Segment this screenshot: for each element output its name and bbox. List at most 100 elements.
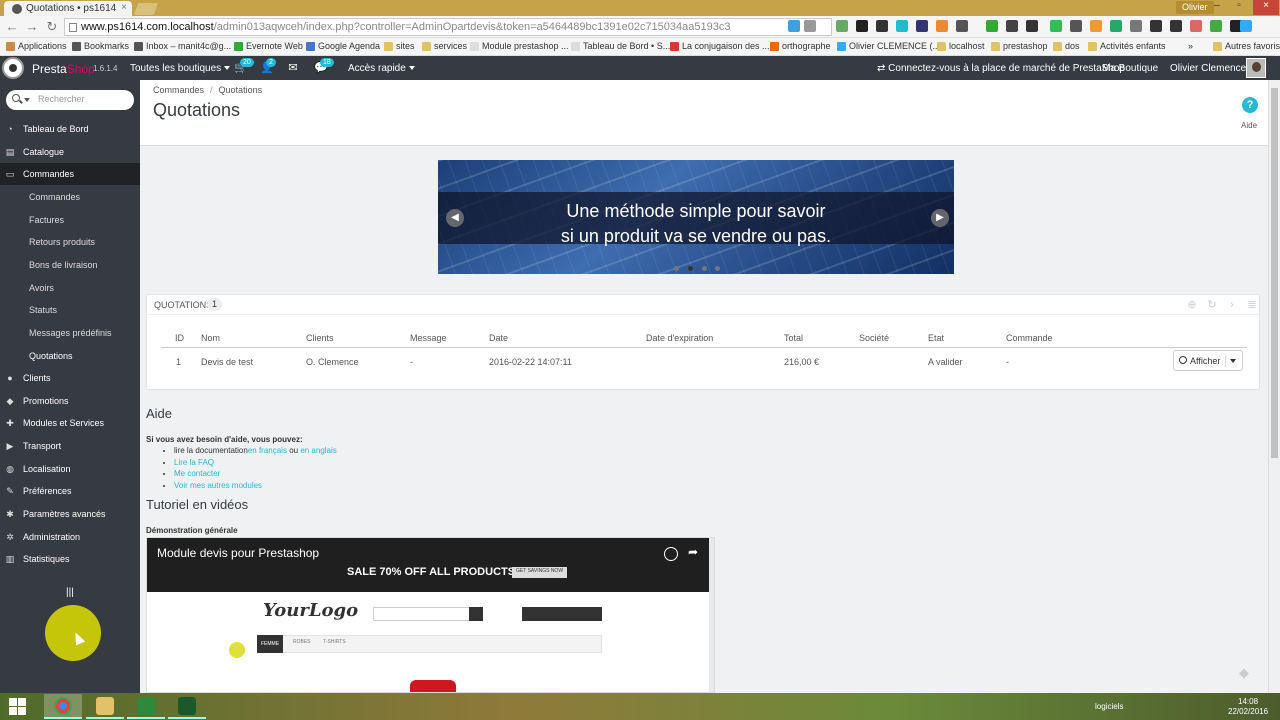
share-icon[interactable]: ➦ [688,545,698,559]
user-menu[interactable]: Olivier Clemence [1170,63,1256,74]
browser-tab[interactable]: Quotations • ps1614 × [4,1,132,16]
search-input[interactable]: Rechercher [6,90,134,110]
extension-icon[interactable] [1110,20,1122,32]
carousel-dot[interactable] [688,266,693,271]
extension-icon[interactable] [1006,20,1018,32]
column-header-id[interactable]: ID [175,333,184,343]
sidebar-item-advanced-parameters[interactable]: ✱ Paramètres avancés [0,503,140,525]
carousel-dot[interactable] [702,266,707,271]
bookmark-dos[interactable]: dos [1053,41,1080,51]
column-header-clients[interactable]: Clients [306,333,334,343]
help-label[interactable]: Aide [1241,121,1257,130]
extension-icon[interactable] [876,20,888,32]
extension-icon[interactable] [836,20,848,32]
sidebar-item-customers[interactable]: ● Clients [0,367,140,389]
extension-icon[interactable] [896,20,908,32]
extension-icon[interactable] [1190,20,1202,32]
breadcrumb-item[interactable]: Commandes [153,85,204,95]
bookmark-inbox[interactable]: Inbox – manit4c@g... [134,41,231,51]
sidebar-item-modules[interactable]: ✚ Modules et Services [0,412,140,434]
bookmark-prestashop[interactable]: prestashop [991,41,1048,51]
bookmark-localhost[interactable]: localhost [937,41,985,51]
column-header-expiration[interactable]: Date d'expiration [646,333,713,343]
youtube-video[interactable]: Module devis pour Prestashop ➦ SALE 70% … [146,537,715,693]
carousel-prev-icon[interactable]: ◀ [446,209,464,227]
extension-icon[interactable] [1150,20,1162,32]
scroll-to-top-icon[interactable]: ◆ [1239,665,1253,680]
twitter-extension-icon[interactable] [788,20,800,32]
help-icon[interactable]: ? [1242,97,1258,113]
bookmark-other-favorites[interactable]: Autres favoris [1213,41,1280,51]
new-tab-button[interactable] [133,3,159,15]
refresh-icon[interactable]: ↻ [1206,299,1218,311]
bookmark-module-prestashop[interactable]: Module prestashop ... [470,41,569,51]
carousel-next-icon[interactable]: ▶ [931,209,949,227]
bookmark-applications[interactable]: Applications [6,41,67,51]
maximize-icon[interactable]: ▫ [1230,0,1248,15]
scrollbar-thumb[interactable] [1271,88,1278,458]
bookmark-tableau-de-bord[interactable]: Tableau de Bord • S... [571,41,670,51]
bookmark-google-agenda[interactable]: Google Agenda [306,41,380,51]
doc-french-link[interactable]: en français [248,446,287,455]
sidebar-item-transport[interactable]: ▶ Transport [0,435,140,457]
extension-icon[interactable] [1070,20,1082,32]
bookmark-star-icon[interactable] [804,20,816,32]
submenu-orders[interactable]: Commandes [0,186,140,208]
customers-notification[interactable]: 👤 2 [260,58,276,74]
column-header-message[interactable]: Message [410,333,447,343]
carousel-dot[interactable] [674,266,679,271]
extension-icon[interactable] [1170,20,1182,32]
extension-icon[interactable] [1210,20,1222,32]
sidebar-item-dashboard[interactable]: ◔ Tableau de Bord [0,118,140,140]
video-title[interactable]: Module devis pour Prestashop [157,546,319,560]
faq-link[interactable]: Lire la FAQ [174,458,214,467]
window-close-icon[interactable]: × [1253,0,1279,15]
column-header-name[interactable]: Nom [201,333,220,343]
submenu-statuses[interactable]: Statuts [0,299,140,321]
column-header-state[interactable]: Etat [928,333,944,343]
extension-icon[interactable] [916,20,928,32]
quick-access-menu[interactable]: Accès rapide [348,63,415,74]
chrome-taskbar-icon[interactable] [44,694,82,719]
sidebar-item-administration[interactable]: ✲ Administration [0,526,140,548]
sidebar-item-preferences[interactable]: ✎ Préférences [0,480,140,502]
close-tab-icon[interactable]: × [121,2,127,13]
sidebar-item-orders[interactable]: ▭ Commandes [0,163,140,185]
shop-selector[interactable]: Toutes les boutiques [130,63,231,74]
minimize-icon[interactable]: – [1208,0,1226,15]
bookmark-orthographe[interactable]: orthographe [770,41,831,51]
my-shop-link[interactable]: Ma Boutique [1102,63,1158,74]
collapse-menu-icon[interactable]: ||| [66,587,74,598]
sidebar-item-statistics[interactable]: ▥ Statistiques [0,548,140,570]
bookmark-sites[interactable]: sites [384,41,415,51]
url-bar[interactable]: www.ps1614.com.localhost/admin013aqwceh/… [64,18,832,36]
chevron-down-icon[interactable] [24,98,30,102]
bookmarks-more-button[interactable]: » [1188,41,1193,51]
evernote-icon[interactable] [986,20,998,32]
chevron-down-icon[interactable] [1230,359,1236,363]
extension-icon[interactable] [1130,20,1142,32]
page-scrollbar[interactable] [1268,80,1280,693]
contact-link[interactable]: Me contacter [174,469,220,478]
watch-later-icon[interactable] [664,547,678,561]
database-icon[interactable]: ≣ [1246,299,1258,311]
doc-english-link[interactable]: en anglais [300,446,336,455]
extension-icon[interactable] [1026,20,1038,32]
submenu-quotations[interactable]: Quotations [0,345,140,367]
youtube-play-icon[interactable] [410,680,456,692]
extension-icon[interactable] [1240,20,1252,32]
sidebar-item-localization[interactable]: ◍ Localisation [0,458,140,480]
column-header-company[interactable]: Société [859,333,889,343]
submenu-credit-slips[interactable]: Avoirs [0,277,140,299]
submenu-returns[interactable]: Retours produits [0,231,140,253]
submenu-delivery-slips[interactable]: Bons de livraison [0,254,140,276]
column-header-date[interactable]: Date [489,333,508,343]
sidebar-item-catalog[interactable]: ▤ Catalogue [0,141,140,163]
rss-icon[interactable] [936,20,948,32]
extension-icon[interactable] [856,20,868,32]
forward-icon[interactable]: → [24,19,40,35]
bookmark-activites-enfants[interactable]: Activités enfants [1088,41,1166,51]
sql-query-icon[interactable]: › [1226,299,1238,311]
bookmark-bookmarks[interactable]: Bookmarks [72,41,129,51]
submenu-invoices[interactable]: Factures [0,209,140,231]
